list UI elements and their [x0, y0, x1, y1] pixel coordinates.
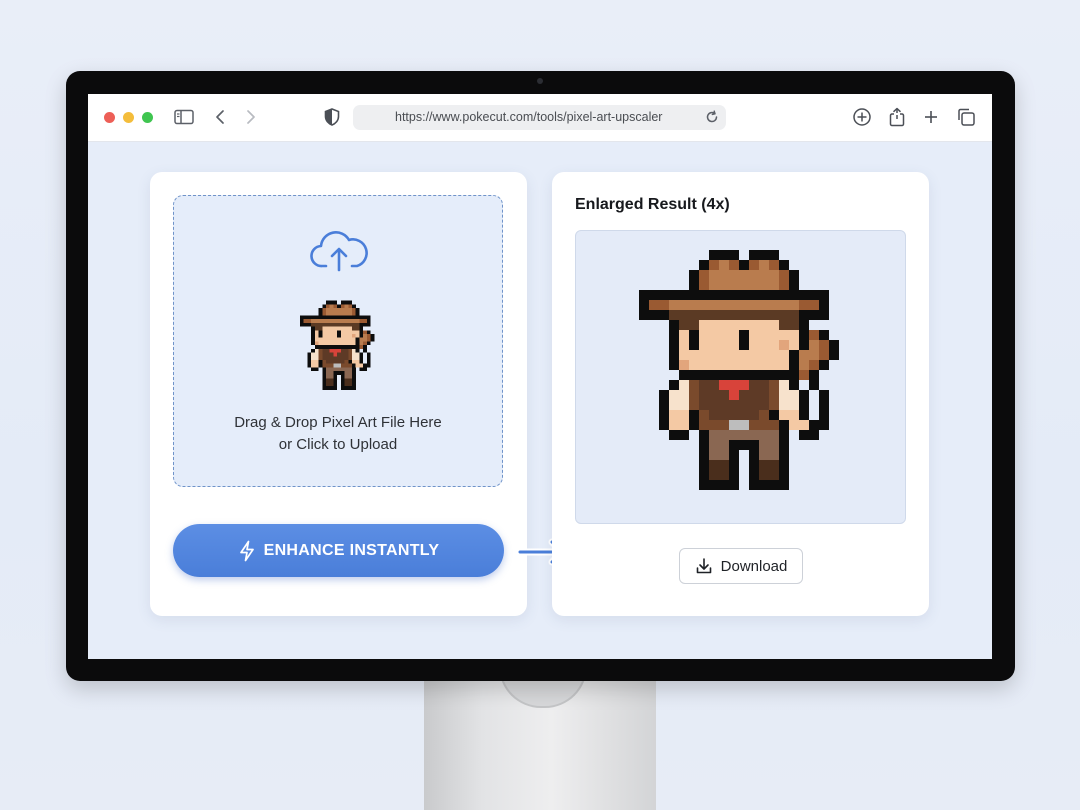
drop-instruction: Drag & Drop Pixel Art File Here — [234, 414, 442, 431]
reload-icon[interactable] — [704, 109, 720, 130]
download-circle-icon[interactable] — [851, 106, 873, 128]
share-icon[interactable] — [886, 106, 908, 128]
forward-icon[interactable] — [240, 106, 262, 128]
lightning-icon — [238, 540, 256, 562]
new-tab-icon[interactable] — [920, 106, 942, 128]
result-title: Enlarged Result (4x) — [575, 196, 730, 213]
webcam — [537, 78, 543, 84]
close-window-button[interactable] — [104, 112, 115, 123]
url-text: https://www.pokecut.com/tools/pixel-art-… — [395, 110, 663, 124]
download-button[interactable]: Download — [679, 548, 803, 584]
shield-icon[interactable] — [321, 106, 343, 128]
sidebar-icon[interactable] — [173, 106, 195, 128]
enhance-button[interactable]: ENHANCE INSTANTLY — [173, 524, 504, 577]
download-icon — [695, 557, 713, 575]
upload-instruction: or Click to Upload — [278, 436, 398, 453]
browser-toolbar: https://www.pokecut.com/tools/pixel-art-… — [88, 94, 992, 142]
back-icon[interactable] — [209, 106, 231, 128]
tabs-overview-icon[interactable] — [955, 106, 977, 128]
address-bar[interactable]: https://www.pokecut.com/tools/pixel-art-… — [353, 105, 726, 130]
upload-card: Drag & Drop Pixel Art File Here or Click… — [150, 172, 527, 616]
enhance-button-label: ENHANCE INSTANTLY — [263, 541, 440, 559]
download-button-label: Download — [720, 557, 788, 575]
enlarged-pixel-art — [639, 250, 840, 491]
monitor: https://www.pokecut.com/tools/pixel-art-… — [66, 71, 1015, 681]
cloud-upload-icon — [310, 230, 368, 277]
browser-window: https://www.pokecut.com/tools/pixel-art-… — [88, 94, 992, 659]
maximize-window-button[interactable] — [142, 112, 153, 123]
pixel-art-thumbnail — [300, 296, 378, 403]
result-card: Enlarged Result (4x) Download — [552, 172, 929, 616]
result-preview — [575, 230, 906, 524]
upload-dropzone[interactable]: Drag & Drop Pixel Art File Here or Click… — [173, 195, 503, 487]
minimize-window-button[interactable] — [123, 112, 134, 123]
